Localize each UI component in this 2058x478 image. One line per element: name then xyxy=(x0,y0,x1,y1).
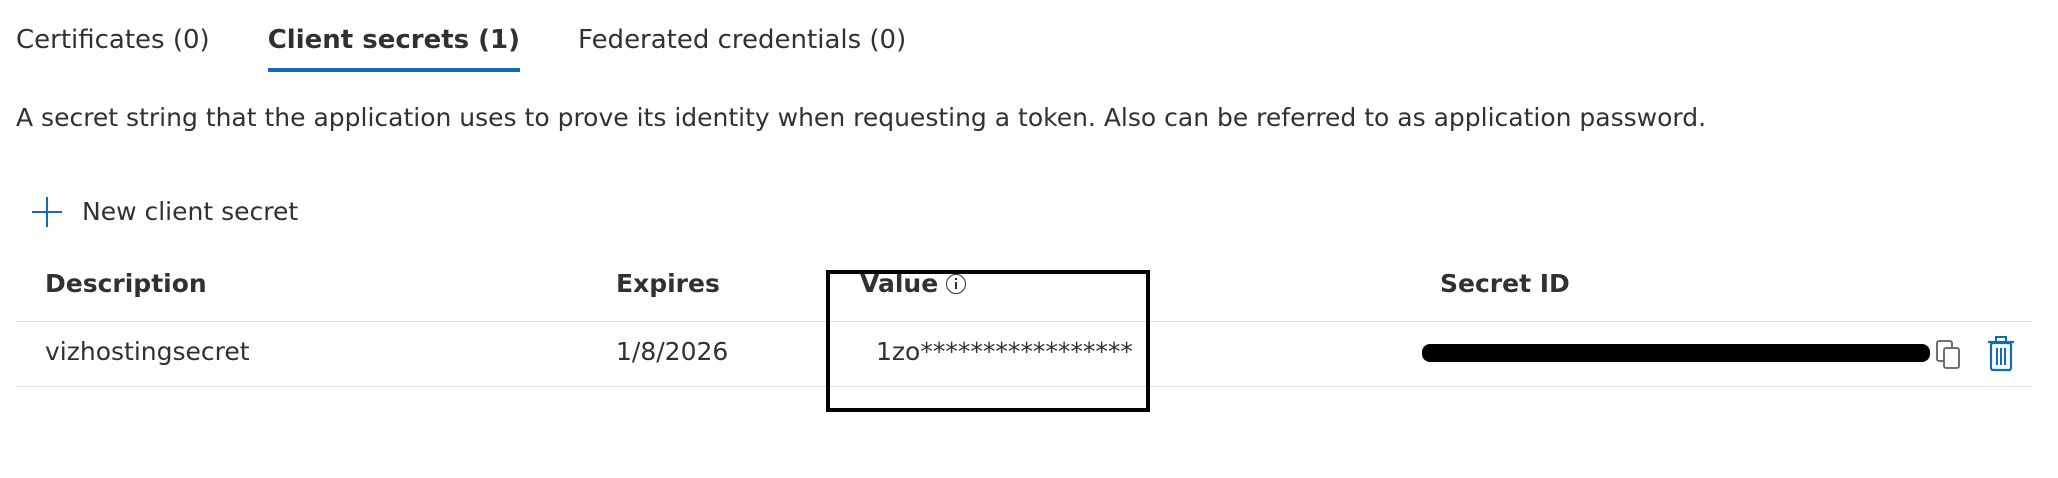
secret-description-cell: vizhostingsecret xyxy=(45,337,250,366)
tab-client-secrets[interactable]: Client secrets (1) xyxy=(267,20,521,72)
copy-icon[interactable] xyxy=(1936,340,1962,370)
credentials-tabs: Certificates (0) Client secrets (1) Fede… xyxy=(16,20,906,72)
value-highlight-box xyxy=(826,270,1150,412)
column-header-description: Description xyxy=(45,269,207,298)
plus-icon xyxy=(32,197,62,227)
column-header-secret-id: Secret ID xyxy=(1440,269,1570,298)
secret-id-redaction xyxy=(1422,344,1930,362)
client-secrets-description: A secret string that the application use… xyxy=(16,103,1707,132)
tab-certificates[interactable]: Certificates (0) xyxy=(16,20,210,60)
column-header-expires: Expires xyxy=(616,269,720,298)
new-client-secret-label: New client secret xyxy=(82,197,299,226)
secret-expires-cell: 1/8/2026 xyxy=(616,337,729,366)
tab-federated-credentials[interactable]: Federated credentials (0) xyxy=(578,20,906,60)
delete-icon[interactable] xyxy=(1986,336,2016,372)
new-client-secret-button[interactable]: New client secret xyxy=(32,192,298,232)
